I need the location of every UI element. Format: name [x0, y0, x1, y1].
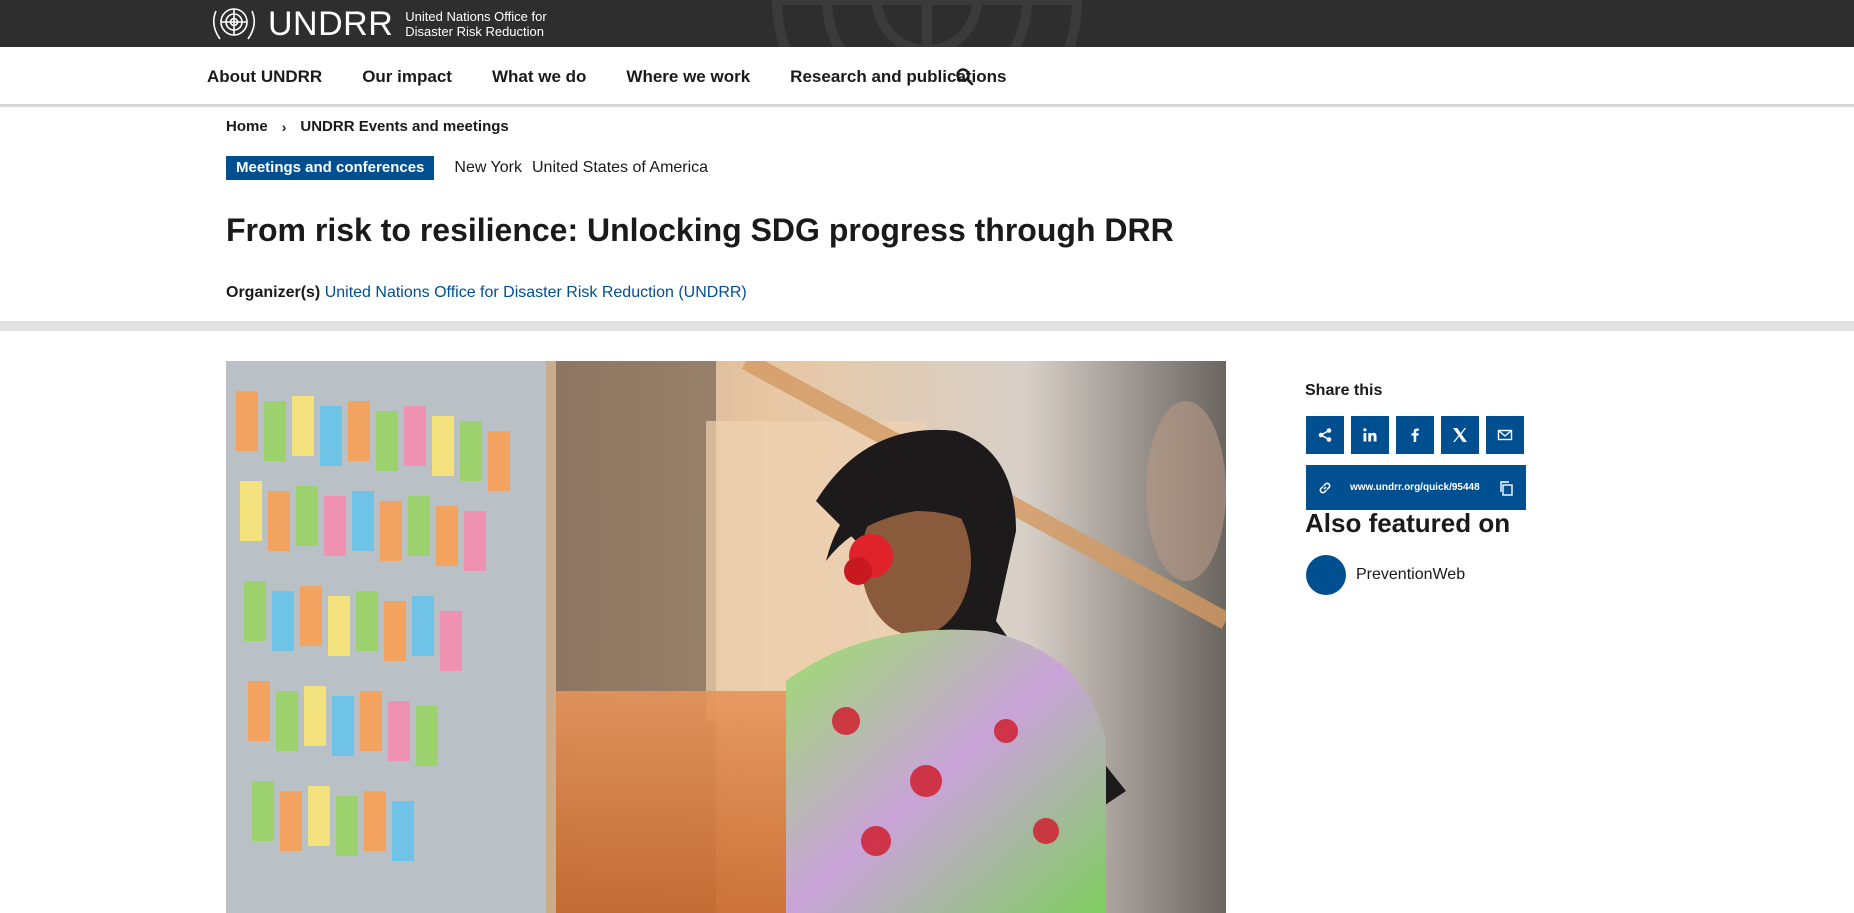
- share-icon: [1318, 428, 1332, 442]
- organizer-label: Organizer(s): [226, 284, 321, 301]
- page-title: From risk to resilience: Unlocking SDG p…: [226, 212, 1174, 248]
- logo-wordmark: UNDRR: [268, 4, 394, 43]
- breadcrumb: Home › UNDRR Events and meetings: [226, 118, 509, 135]
- nav-item-our-impact[interactable]: Our impact: [362, 67, 452, 87]
- preventionweb-logo-icon: [1306, 555, 1346, 595]
- facebook-icon: [1411, 428, 1419, 442]
- share-title: Share this: [1305, 382, 1383, 399]
- email-icon: [1497, 429, 1513, 441]
- email-button[interactable]: [1486, 416, 1524, 454]
- share-button[interactable]: [1306, 416, 1344, 454]
- share-buttons: [1306, 416, 1524, 454]
- event-country: United States of America: [531, 159, 709, 176]
- event-meta: Meetings and conferences New York United…: [226, 156, 708, 180]
- event-type-tag[interactable]: Meetings and conferences: [226, 156, 435, 180]
- main-nav-list: About UNDRR Our impact What we do Where …: [207, 47, 1047, 107]
- event-photo-image: [226, 361, 1226, 913]
- link-icon: [1319, 482, 1331, 493]
- undrr-logo[interactable]: UNDRR United Nations Office for Disaster…: [206, 0, 547, 47]
- chevron-right-icon: ›: [281, 118, 287, 135]
- quick-link-copy[interactable]: www.undrr.org/quick/95448: [1306, 465, 1526, 510]
- also-featured-title: Also featured on: [1305, 508, 1511, 538]
- copy-icon[interactable]: [1498, 480, 1514, 496]
- section-divider: [0, 321, 1854, 331]
- facebook-button[interactable]: [1396, 416, 1434, 454]
- featured-item-preventionweb[interactable]: PreventionWeb: [1306, 555, 1465, 595]
- event-city: New York: [454, 159, 522, 176]
- top-bar: UNDRR United Nations Office for Disaster…: [0, 0, 1854, 47]
- un-emblem-icon: [212, 7, 256, 39]
- event-photo: [226, 361, 1226, 913]
- linkedin-button[interactable]: [1351, 416, 1389, 454]
- organizer-link[interactable]: United Nations Office for Disaster Risk …: [325, 284, 747, 301]
- breadcrumb-home[interactable]: Home: [226, 118, 268, 135]
- breadcrumb-events[interactable]: UNDRR Events and meetings: [300, 118, 508, 135]
- logo-subtitle-line1: United Nations Office for: [405, 8, 547, 24]
- nav-item-where-we-work[interactable]: Where we work: [626, 67, 750, 87]
- linkedin-icon: [1363, 428, 1377, 442]
- x-button[interactable]: [1441, 416, 1479, 454]
- nav-item-what-we-do[interactable]: What we do: [492, 67, 586, 87]
- un-emblem-watermark-icon: [772, 0, 1082, 47]
- logo-subtitle-line2: Disaster Risk Reduction: [405, 23, 544, 39]
- main-nav: About UNDRR Our impact What we do Where …: [0, 47, 1854, 107]
- search-icon[interactable]: [955, 67, 975, 87]
- quick-link-url: www.undrr.org/quick/95448: [1350, 482, 1480, 493]
- x-icon: [1453, 428, 1467, 442]
- logo-subtitle: United Nations Office for Disaster Risk …: [405, 9, 546, 39]
- organizer: Organizer(s) United Nations Office for D…: [226, 284, 747, 302]
- featured-item-label: PreventionWeb: [1356, 566, 1466, 583]
- nav-item-about-undrr[interactable]: About UNDRR: [207, 67, 322, 87]
